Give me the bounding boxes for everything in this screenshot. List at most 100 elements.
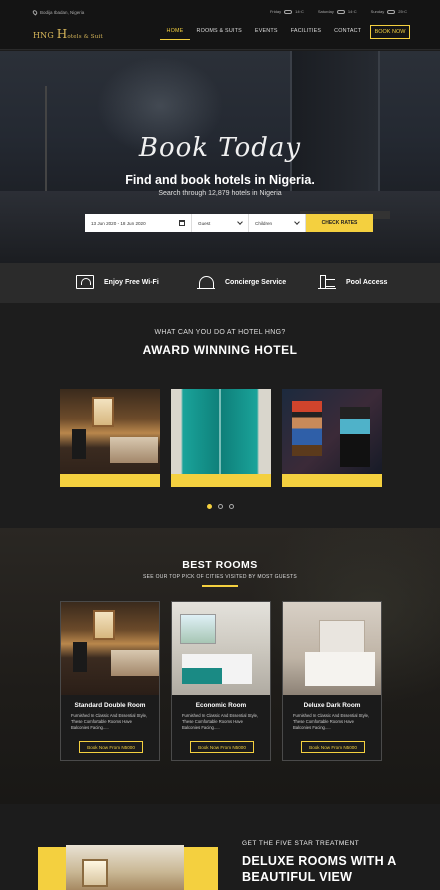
award-kicker: WHAT CAN YOU DO AT HOTEL HNG? — [154, 329, 286, 336]
room-description: Furnished In Classic And Essential Style… — [71, 713, 148, 730]
amenities-bar: Enjoy Free Wi-Fi Concierge Service Pool … — [0, 263, 440, 303]
cloud-icon — [387, 9, 396, 14]
weather-forecast: Friday 14◦C Saturday 14◦C Sunday 25◦C — [270, 9, 407, 14]
room-image-bed — [111, 650, 159, 676]
amenity-label: Pool Access — [346, 278, 388, 286]
logo-prefix: HNG — [33, 31, 57, 40]
best-rooms-subtitle: SEE OUR TOP PICK OF CITIES VISITED BY MO… — [143, 574, 297, 580]
cloud-icon — [336, 9, 345, 14]
carousel-dot[interactable] — [217, 504, 223, 509]
page: Bodija Ibadan, Nigeria Friday 14◦C Satur… — [0, 0, 440, 890]
best-rooms-section: BEST ROOMS SEE OUR TOP PICK OF CITIES VI… — [0, 528, 440, 804]
card-yellow-bar — [282, 474, 382, 487]
card-image-pixel-art — [292, 401, 322, 456]
hero-title: Find and book hotels in Nigeria. — [125, 173, 315, 187]
chevron-down-icon — [294, 219, 300, 225]
weather-day-label: Saturday — [317, 9, 334, 14]
carousel-dot[interactable] — [228, 504, 234, 509]
booking-search-bar: 13 Jun 2020 - 18 Jun 2020 Guest Children… — [85, 214, 373, 232]
location: Bodija Ibadan, Nigeria — [31, 9, 85, 16]
hero-banner: Book Today Find and book hotels in Niger… — [0, 51, 440, 263]
feature-image — [66, 845, 184, 890]
card-image-arcade — [340, 407, 370, 467]
room-image — [283, 602, 381, 695]
weather-day-label: Sunday — [370, 9, 385, 14]
location-text: Bodija Ibadan, Nigeria — [40, 10, 85, 15]
nav-rooms-suites[interactable]: ROOMS & SUITS — [190, 24, 248, 40]
pool-icon — [318, 275, 336, 289]
carousel-dot-active[interactable] — [206, 504, 212, 509]
location-pin-icon — [31, 9, 39, 16]
amenity-label: Concierge Service — [225, 278, 287, 286]
card-image-pool-lane — [219, 389, 221, 474]
hero-script-title: Book Today — [138, 133, 302, 163]
card-yellow-bar — [60, 474, 160, 487]
book-now-button[interactable]: BOOK NOW — [370, 25, 410, 39]
header: Bodija Ibadan, Nigeria Friday 14◦C Satur… — [0, 0, 440, 50]
check-rates-button[interactable]: CHECK RATES — [306, 214, 373, 232]
title-underline — [202, 585, 238, 587]
concierge-bell-icon — [197, 275, 215, 289]
nav-home[interactable]: HOME — [160, 24, 190, 40]
weather-temp: 25◦C — [398, 9, 407, 14]
date-range-value: 13 Jun 2020 - 18 Jun 2020 — [91, 220, 146, 226]
card-image-chair — [72, 429, 86, 459]
room-image — [61, 602, 159, 695]
nav-events[interactable]: EVENTS — [248, 24, 284, 40]
children-select-value: Children — [255, 220, 273, 226]
room-image-headboard — [319, 620, 365, 654]
feature-kicker: GET THE FIVE STAR TREATMENT — [242, 840, 360, 847]
room-image-window — [93, 610, 115, 640]
amenity-item: Concierge Service — [197, 275, 286, 289]
activity-card[interactable] — [282, 389, 382, 487]
room-image-window — [180, 614, 216, 644]
guest-select[interactable]: Guest — [192, 214, 249, 232]
book-room-button[interactable]: Book Now From N5000 — [79, 741, 143, 753]
logo-initial: H — [56, 27, 68, 41]
carousel-dots — [0, 504, 440, 509]
room-name: Deluxe Dark Room — [303, 702, 361, 709]
room-image-bed — [305, 652, 375, 686]
chevron-down-icon — [237, 219, 243, 225]
book-room-button[interactable]: Book Now From N5000 — [190, 741, 254, 753]
award-title: AWARD WINNING HOTEL — [142, 343, 298, 357]
award-section: WHAT CAN YOU DO AT HOTEL HNG? AWARD WINN… — [0, 303, 440, 528]
room-image — [172, 602, 270, 695]
nav-facilities[interactable]: FACILITIES — [284, 24, 327, 40]
room-card: Standard Double Room Furnished In Classi… — [60, 601, 160, 761]
date-range-field[interactable]: 13 Jun 2020 - 18 Jun 2020 — [85, 214, 192, 232]
card-yellow-bar — [171, 474, 271, 487]
cloud-icon — [284, 9, 293, 14]
wifi-icon — [76, 275, 94, 289]
weather-temp: 14◦C — [295, 9, 304, 14]
activity-card[interactable] — [60, 389, 160, 487]
feature-section: GET THE FIVE STAR TREATMENT DELUXE ROOMS… — [0, 804, 440, 890]
children-select[interactable]: Children — [249, 214, 306, 232]
room-card: Deluxe Dark Room Furnished In Classic An… — [282, 601, 382, 761]
nav-contact[interactable]: CONTACT — [328, 24, 368, 40]
room-name: Standard Double Room — [74, 702, 146, 709]
room-description: Furnished In Classic And Essential Style… — [182, 713, 259, 730]
card-image-window — [92, 397, 114, 427]
amenity-item: Enjoy Free Wi-Fi — [76, 275, 159, 289]
main-nav: HOME ROOMS & SUITS EVENTS FACILITIES CON… — [160, 24, 368, 40]
weather-day: Friday 14◦C — [270, 9, 304, 14]
activity-card[interactable] — [171, 389, 271, 487]
amenity-label: Enjoy Free Wi-Fi — [104, 278, 159, 286]
best-rooms-title: BEST ROOMS — [182, 559, 258, 571]
hotel-logo[interactable]: HNG Hotels & Suit — [33, 27, 103, 41]
room-name: Economic Room — [195, 702, 247, 709]
logo-suffix: otels & Suit — [67, 34, 103, 40]
calendar-icon — [179, 220, 185, 226]
room-card: Economic Room Furnished In Classic And E… — [171, 601, 271, 761]
weather-temp: 14◦C — [347, 9, 357, 14]
room-image-throw — [182, 668, 222, 684]
feature-image-window — [82, 859, 108, 887]
hero-subtitle: Search through 12,879 hotels in Nigeria — [158, 190, 282, 197]
book-room-button[interactable]: Book Now From N5000 — [301, 741, 365, 753]
guest-select-value: Guest — [198, 220, 211, 226]
weather-day: Sunday 25◦C — [371, 9, 407, 14]
amenity-item: Pool Access — [318, 275, 387, 289]
room-description: Furnished In Classic And Essential Style… — [293, 713, 370, 730]
feature-title: DELUXE ROOMS WITH A BEAUTIFUL VIEW — [242, 854, 397, 884]
